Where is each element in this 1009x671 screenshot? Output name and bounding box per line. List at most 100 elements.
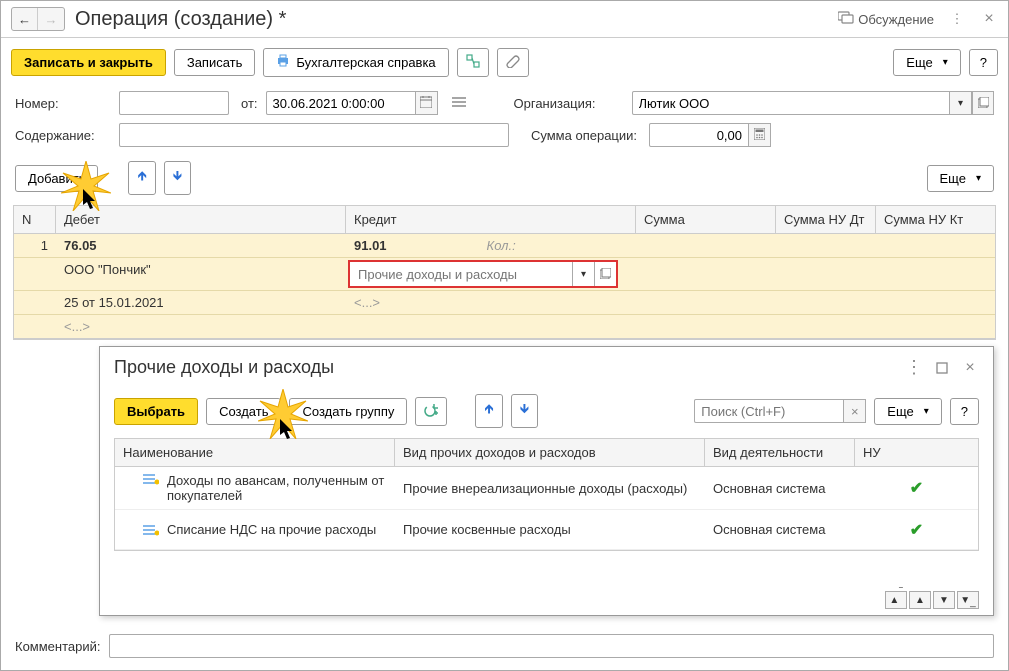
discussion-link[interactable]: Обсуждение	[838, 11, 934, 28]
attach-button[interactable]	[497, 48, 529, 77]
open-icon	[978, 96, 989, 111]
credit-subkonto1-input[interactable]	[350, 262, 572, 286]
scroll-top-icon: ▲‾	[889, 595, 902, 606]
close-icon[interactable]: ×	[980, 10, 998, 28]
dialog-more-button[interactable]: Еще	[874, 398, 941, 425]
link-icon	[466, 54, 480, 71]
paperclip-icon	[506, 54, 520, 71]
accounting-reference-label: Бухгалтерская справка	[296, 55, 435, 70]
cell-credit-subkonto1[interactable]: ▾	[346, 258, 636, 290]
calculator-icon	[754, 128, 765, 143]
scroll-top-button[interactable]: ▲‾	[885, 591, 907, 609]
list-item[interactable]: Списание НДС на прочие расходы Прочие ко…	[115, 510, 978, 550]
dialog-refresh-button[interactable]	[415, 397, 447, 426]
cell-debit-subkonto2[interactable]: 25 от 15.01.2021	[56, 291, 346, 314]
content-label: Содержание:	[15, 128, 111, 143]
dialog-help-button[interactable]: ?	[950, 398, 979, 425]
arrow-down-icon: 🡻	[173, 167, 182, 189]
list-icon[interactable]	[452, 96, 466, 111]
organization-dropdown-button[interactable]: ▾	[950, 91, 972, 115]
organization-open-button[interactable]	[972, 91, 994, 115]
move-down-button[interactable]: 🡻	[164, 161, 191, 195]
credit-subkonto1-dropdown[interactable]: ▾	[572, 262, 594, 286]
arrow-left-icon: ←	[18, 12, 31, 27]
kebab-menu-icon[interactable]: ⋮	[948, 10, 966, 28]
row-type: Прочие внереализационные доходы (расходы…	[395, 475, 705, 502]
col-sum-nu-dt: Сумма НУ Дт	[776, 206, 876, 233]
scroll-bottom-icon: ▼_	[960, 595, 975, 606]
cell-credit-subkonto2[interactable]: <...>	[346, 291, 636, 314]
arrow-up-icon: 🡹	[137, 167, 146, 189]
col-sum-nu-kt: Сумма НУ Кт	[876, 206, 995, 233]
cell-debit-subkonto1[interactable]: ООО "Пончик"	[56, 258, 346, 290]
add-button[interactable]: Добавить	[15, 165, 98, 192]
row-name: Списание НДС на прочие расходы	[167, 522, 387, 537]
move-up-button[interactable]: 🡹	[128, 161, 155, 195]
sum-label: Сумма операции:	[531, 128, 641, 143]
scroll-bottom-button[interactable]: ▼_	[957, 591, 979, 609]
number-input[interactable]	[119, 91, 229, 115]
credit-subkonto1-open[interactable]	[594, 262, 616, 286]
arrow-down-icon: 🡻	[520, 400, 529, 422]
dialog-create-group-button[interactable]: Создать группу	[289, 398, 407, 425]
content-input[interactable]	[119, 123, 509, 147]
clear-icon: ×	[851, 404, 859, 419]
date-input[interactable]	[266, 91, 416, 115]
cell-debit-account[interactable]: 76.05	[56, 234, 346, 257]
row-activity: Основная система	[705, 475, 855, 502]
more-button[interactable]: Еще	[893, 49, 960, 76]
credit-account-value: 91.01	[354, 238, 387, 253]
dialog-move-down-button[interactable]: 🡻	[511, 394, 538, 428]
cell-debit-subkonto3[interactable]: <...>	[56, 315, 346, 338]
sum-input[interactable]	[649, 123, 749, 147]
row-nu-check: ✔	[855, 472, 978, 504]
discussion-label: Обсуждение	[858, 12, 934, 27]
row-nu-check: ✔	[855, 514, 978, 546]
dialog-search-clear[interactable]: ×	[844, 399, 866, 423]
calendar-icon	[420, 96, 432, 111]
item-icon	[143, 524, 159, 536]
nav-forward-button[interactable]: →	[38, 8, 64, 30]
dialog-move-up-button[interactable]: 🡹	[475, 394, 502, 428]
refresh-plus-icon	[424, 403, 438, 420]
discussion-icon	[838, 11, 854, 28]
col-debit: Дебет	[56, 206, 346, 233]
row-name: Доходы по авансам, полученным от покупат…	[167, 473, 387, 503]
arrow-right-icon: →	[45, 12, 58, 27]
table-more-button[interactable]: Еще	[927, 165, 994, 192]
dialog-maximize-icon[interactable]	[933, 359, 951, 377]
selection-dialog: Прочие доходы и расходы ⋮ × Выбрать Созд…	[99, 346, 994, 616]
col-credit: Кредит	[346, 206, 636, 233]
nav-back-button[interactable]: ←	[12, 8, 38, 30]
from-label: от:	[241, 96, 258, 111]
dcol-activity: Вид деятельности	[705, 439, 855, 466]
dialog-create-button[interactable]: Создать	[206, 398, 281, 425]
help-button[interactable]: ?	[969, 49, 998, 76]
dcol-name: Наименование	[115, 439, 395, 466]
write-and-close-button[interactable]: Записать и закрыть	[11, 49, 166, 76]
col-n: N	[14, 206, 56, 233]
col-sum: Сумма	[636, 206, 776, 233]
comment-input[interactable]	[109, 634, 995, 658]
dialog-search-input[interactable]	[694, 399, 844, 423]
page-title: Операция (создание) *	[75, 8, 838, 31]
dialog-select-button[interactable]: Выбрать	[114, 398, 198, 425]
triangle-up-icon: ▲	[915, 595, 925, 606]
link-button[interactable]	[457, 48, 489, 77]
calendar-button[interactable]	[416, 91, 438, 115]
item-icon	[143, 473, 159, 485]
dialog-kebab-icon[interactable]: ⋮	[905, 359, 923, 377]
number-label: Номер:	[15, 96, 111, 111]
organization-input[interactable]	[632, 91, 950, 115]
accounting-reference-button[interactable]: Бухгалтерская справка	[263, 48, 448, 77]
scroll-down-button[interactable]: ▼	[933, 591, 955, 609]
dialog-close-icon[interactable]: ×	[961, 359, 979, 377]
cell-credit-account[interactable]: 91.01 Кол.:	[346, 234, 636, 257]
calculator-button[interactable]	[749, 123, 771, 147]
chevron-down-icon: ▾	[958, 98, 963, 109]
scroll-up-button[interactable]: ▲	[909, 591, 931, 609]
write-button[interactable]: Записать	[174, 49, 256, 76]
triangle-down-icon: ▼	[939, 595, 949, 606]
list-item[interactable]: Доходы по авансам, полученным от покупат…	[115, 467, 978, 510]
chevron-down-icon: ▾	[581, 269, 586, 280]
